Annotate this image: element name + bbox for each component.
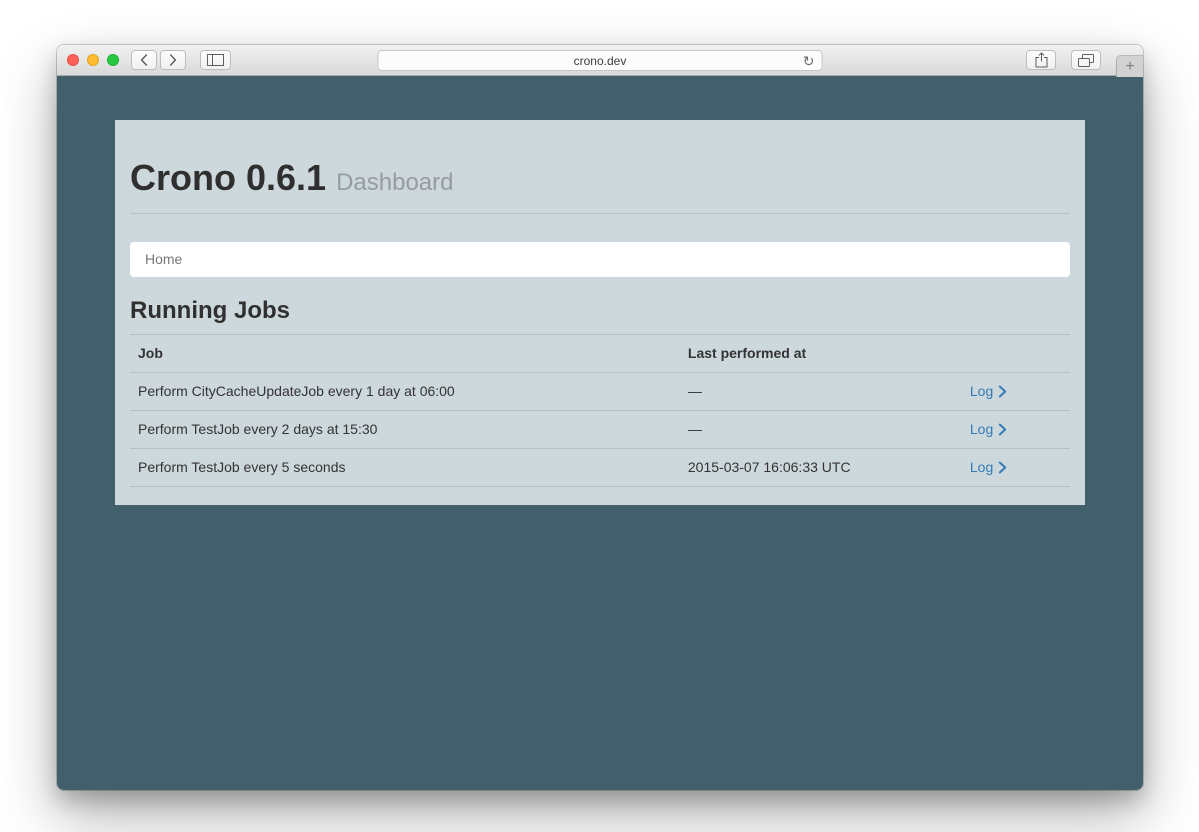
table-row: Perform CityCacheUpdateJob every 1 day a… [130, 373, 1070, 411]
log-link[interactable]: Log [970, 420, 1007, 439]
tab-overview-button[interactable] [1071, 50, 1101, 70]
breadcrumb: Home [130, 242, 1070, 277]
job-name: Perform TestJob every 5 seconds [130, 449, 680, 487]
log-link-label: Log [970, 458, 993, 477]
chevron-right-icon [169, 54, 177, 66]
chevron-right-icon [998, 385, 1007, 398]
address-bar[interactable]: crono.dev ↻ [378, 50, 823, 71]
breadcrumb-item-home: Home [145, 251, 182, 267]
log-link-label: Log [970, 382, 993, 401]
share-button[interactable] [1026, 50, 1056, 70]
forward-button[interactable] [160, 50, 186, 70]
sidebar-icon [207, 54, 224, 66]
log-link[interactable]: Log [970, 382, 1007, 401]
running-jobs-heading: Running Jobs [130, 297, 1070, 325]
new-tab-button[interactable]: + [1116, 55, 1143, 77]
job-name: Perform TestJob every 2 days at 15:30 [130, 411, 680, 449]
last-performed-value: — [680, 411, 962, 449]
chevron-left-icon [140, 54, 148, 66]
tabs-icon [1078, 54, 1094, 67]
zoom-window-button[interactable] [107, 54, 119, 66]
toolbar-right-buttons [1026, 50, 1101, 70]
page-subtitle: Dashboard [336, 169, 453, 196]
column-header-actions [962, 335, 1070, 373]
browser-window: crono.dev ↻ + [57, 45, 1143, 790]
traffic-lights [67, 54, 119, 66]
chevron-right-icon [998, 461, 1007, 474]
job-name: Perform CityCacheUpdateJob every 1 day a… [130, 373, 680, 411]
page-header: Crono 0.6.1 Dashboard [130, 120, 1070, 214]
nav-buttons [131, 50, 186, 70]
page-viewport: Crono 0.6.1 Dashboard Home Running Jobs … [57, 76, 1143, 790]
dashboard-panel: Crono 0.6.1 Dashboard Home Running Jobs … [115, 120, 1085, 505]
desktop-background: crono.dev ↻ + [0, 0, 1199, 832]
page-title: Crono 0.6.1 [130, 157, 326, 198]
table-header-row: Job Last performed at [130, 335, 1070, 373]
running-jobs-table: Job Last performed at Perform CityCacheU… [130, 334, 1070, 487]
table-row: Perform TestJob every 2 days at 15:30 — … [130, 411, 1070, 449]
sidebar-toggle-button[interactable] [200, 50, 231, 70]
column-header-job: Job [130, 335, 680, 373]
log-link-label: Log [970, 420, 993, 439]
last-performed-value: — [680, 373, 962, 411]
back-button[interactable] [131, 50, 157, 70]
close-window-button[interactable] [67, 54, 79, 66]
log-link[interactable]: Log [970, 458, 1007, 477]
address-bar-url: crono.dev [574, 54, 627, 68]
reload-icon[interactable]: ↻ [803, 52, 815, 70]
browser-toolbar: crono.dev ↻ + [57, 45, 1143, 76]
share-icon [1035, 52, 1048, 68]
chevron-right-icon [998, 423, 1007, 436]
last-performed-value: 2015-03-07 16:06:33 UTC [680, 449, 962, 487]
column-header-last-performed-at: Last performed at [680, 335, 962, 373]
table-row: Perform TestJob every 5 seconds 2015-03-… [130, 449, 1070, 487]
minimize-window-button[interactable] [87, 54, 99, 66]
